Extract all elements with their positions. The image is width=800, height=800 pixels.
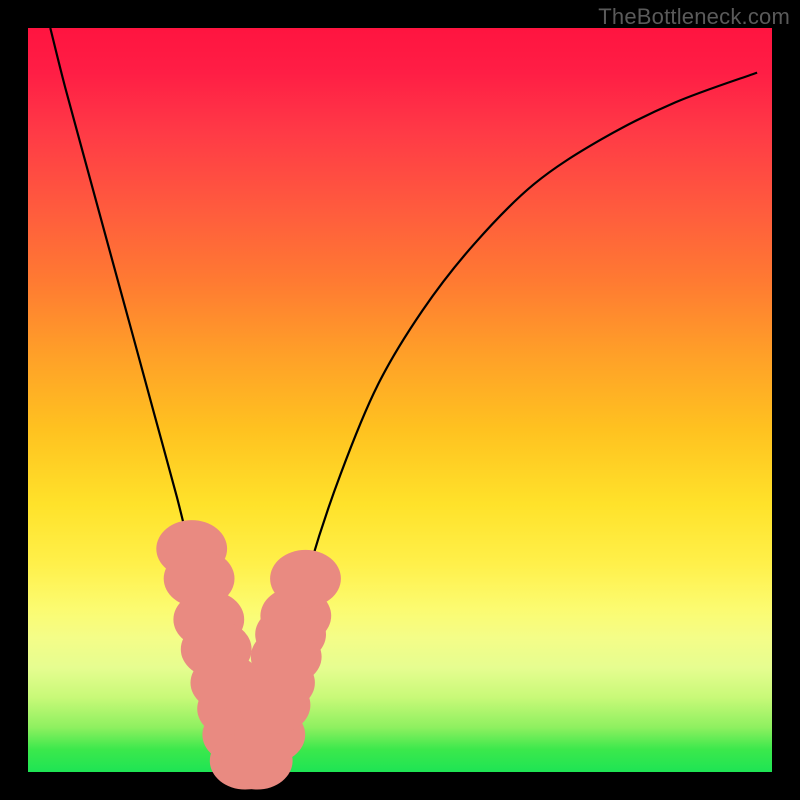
watermark-text: TheBottleneck.com	[598, 4, 790, 30]
marker-dots	[156, 520, 341, 789]
plot-area	[28, 28, 772, 772]
bottleneck-curve	[50, 28, 757, 766]
chart-frame: TheBottleneck.com	[0, 0, 800, 800]
marker-dot	[270, 550, 341, 607]
chart-svg	[28, 28, 772, 772]
